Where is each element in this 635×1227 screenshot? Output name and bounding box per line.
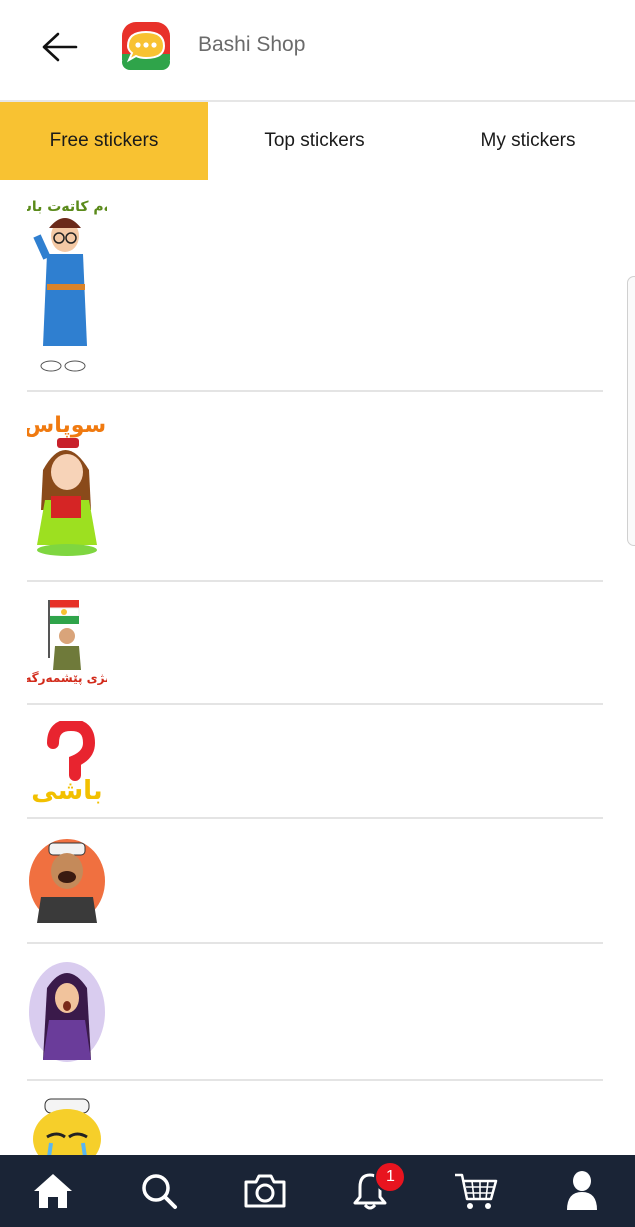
sticker-caption: بژی پێشمەرگە — [27, 671, 107, 685]
nav-search-button[interactable] — [129, 1161, 189, 1221]
bottom-nav: 1 — [0, 1155, 635, 1227]
nav-profile-button[interactable] — [552, 1161, 612, 1221]
tab-bar: Free stickers Top stickers My stickers — [0, 102, 635, 180]
tab-my-stickers[interactable]: My stickers — [421, 102, 635, 180]
chat-bubble-logo-icon — [120, 20, 172, 72]
notification-badge: 1 — [374, 1161, 407, 1193]
sticker-caption: باشی — [31, 776, 102, 805]
profile-icon — [567, 1171, 598, 1210]
boy-with-glasses-sticker: ئەم کاتەت باش — [27, 199, 107, 372]
nav-home-button[interactable] — [23, 1161, 83, 1221]
soldier-with-flag-sticker: بژی پێشمەرگە — [27, 600, 107, 685]
search-icon — [141, 1174, 177, 1209]
list-item[interactable]: بژی پێشمەرگە — [27, 582, 603, 705]
sticker-caption: سوپاس — [27, 413, 106, 438]
sticker-caption: ئەم کاتەت باش — [27, 199, 107, 215]
tab-free-stickers[interactable]: Free stickers — [0, 102, 208, 180]
app-header: Bashi Shop — [0, 0, 635, 102]
nav-camera-button[interactable] — [235, 1161, 295, 1221]
sticker-list: ئەم کاتەت باش سوپاس — [27, 180, 603, 1161]
list-item[interactable] — [27, 944, 603, 1081]
nav-cart-button[interactable] — [446, 1161, 506, 1221]
back-button[interactable] — [36, 28, 80, 66]
list-item[interactable] — [27, 1081, 603, 1161]
camera-icon — [244, 1174, 286, 1208]
question-mark-bashi-sticker: باشی — [31, 721, 103, 805]
woman-surprised-sticker — [29, 962, 105, 1062]
edge-panel-handle[interactable] — [627, 276, 635, 546]
list-item[interactable] — [27, 819, 603, 944]
nav-notifications-button[interactable]: 1 — [340, 1161, 407, 1221]
man-crying-sticker — [33, 1098, 101, 1161]
app-title: Bashi Shop — [198, 33, 306, 56]
arrow-left-icon — [42, 32, 78, 62]
list-item[interactable]: باشی — [27, 705, 603, 819]
list-item[interactable]: ئەم کاتەت باش — [27, 180, 603, 392]
list-item[interactable]: سوپاس — [27, 392, 603, 582]
cart-icon — [455, 1173, 498, 1209]
home-icon — [33, 1174, 72, 1208]
old-man-laughing-sticker — [29, 839, 105, 923]
girl-thinking-sticker: سوپاس — [27, 413, 106, 556]
tab-top-stickers[interactable]: Top stickers — [208, 102, 421, 180]
